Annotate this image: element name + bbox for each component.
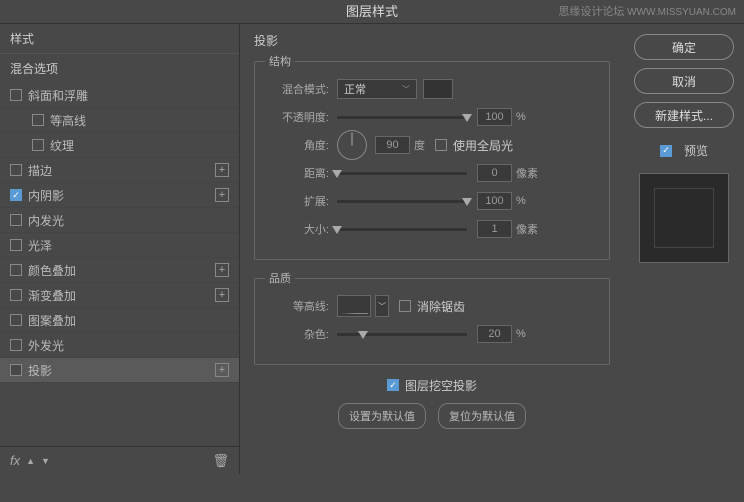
style-item[interactable]: 图案叠加 [0, 308, 239, 333]
global-light-checkbox[interactable] [435, 139, 447, 151]
blend-mode-dropdown[interactable]: 正常 [337, 79, 417, 99]
angle-input[interactable] [375, 136, 410, 154]
style-label: 投影 [28, 362, 215, 379]
noise-input[interactable] [477, 325, 512, 343]
contour-preview[interactable] [337, 295, 371, 317]
size-slider[interactable] [337, 228, 467, 231]
blend-mode-label: 混合模式: [267, 81, 329, 97]
style-checkbox[interactable] [10, 339, 22, 351]
size-input[interactable] [477, 220, 512, 238]
preview-label: 预览 [684, 142, 708, 159]
style-item[interactable]: 纹理 [0, 133, 239, 158]
styles-sidebar: 样式 混合选项 斜面和浮雕等高线纹理描边+✓内阴影+内发光光泽颜色叠加+渐变叠加… [0, 24, 240, 474]
distance-slider[interactable] [337, 172, 467, 175]
blending-options[interactable]: 混合选项 [0, 54, 239, 83]
style-item[interactable]: 等高线 [0, 108, 239, 133]
watermark: 思缘设计论坛 WWW.MISSYUAN.COM [558, 3, 736, 19]
noise-slider[interactable] [337, 333, 467, 336]
global-light-label: 使用全局光 [453, 137, 513, 154]
style-label: 描边 [28, 162, 215, 179]
effect-settings: 投影 结构 混合模式: 正常 不透明度: % 角度: [240, 24, 624, 474]
sidebar-footer: fx ▲ ▼ 🗑 [0, 446, 239, 474]
ok-button[interactable]: 确定 [634, 34, 734, 60]
contour-dropdown-icon[interactable]: ﹀ [375, 295, 389, 317]
spread-input[interactable] [477, 192, 512, 210]
style-label: 外发光 [28, 337, 229, 354]
style-item[interactable]: ✓ 内阴影+ [0, 183, 239, 208]
angle-dial[interactable] [337, 130, 367, 160]
add-icon[interactable]: + [215, 163, 229, 177]
contour-label: 等高线: [267, 298, 329, 314]
structure-group: 结构 混合模式: 正常 不透明度: % 角度: 度 [254, 53, 610, 260]
actions-panel: 确定 取消 新建样式... ✓ 预览 [624, 24, 744, 474]
style-label: 颜色叠加 [28, 262, 215, 279]
style-label: 图案叠加 [28, 312, 229, 329]
spread-label: 扩展: [267, 193, 329, 209]
up-arrow-icon[interactable]: ▲ [26, 456, 35, 466]
add-icon[interactable]: + [215, 188, 229, 202]
antialias-checkbox[interactable] [399, 300, 411, 312]
style-item[interactable]: 斜面和浮雕 [0, 83, 239, 108]
style-checkbox[interactable] [32, 114, 44, 126]
style-checkbox[interactable] [10, 239, 22, 251]
knockout-label: 图层挖空投影 [405, 377, 477, 394]
preview-checkbox[interactable]: ✓ [660, 145, 672, 157]
spread-slider[interactable] [337, 200, 467, 203]
style-checkbox[interactable] [10, 264, 22, 276]
style-item[interactable]: 描边+ [0, 158, 239, 183]
style-checkbox[interactable] [10, 314, 22, 326]
reset-default-button[interactable]: 复位为默认值 [438, 403, 526, 429]
antialias-label: 消除锯齿 [417, 298, 465, 315]
noise-label: 杂色: [267, 326, 329, 342]
down-arrow-icon[interactable]: ▼ [41, 456, 50, 466]
cancel-button[interactable]: 取消 [634, 68, 734, 94]
style-item[interactable]: 颜色叠加+ [0, 258, 239, 283]
size-label: 大小: [267, 221, 329, 237]
fx-icon[interactable]: fx [10, 453, 20, 468]
style-label: 光泽 [28, 237, 229, 254]
add-icon[interactable]: + [215, 288, 229, 302]
style-item[interactable]: 光泽 [0, 233, 239, 258]
add-icon[interactable]: + [215, 263, 229, 277]
opacity-input[interactable] [477, 108, 512, 126]
knockout-checkbox[interactable]: ✓ [387, 379, 399, 391]
opacity-label: 不透明度: [267, 109, 329, 125]
trash-icon[interactable]: 🗑 [212, 453, 229, 469]
effect-title: 投影 [254, 32, 610, 49]
opacity-slider[interactable] [337, 116, 467, 119]
style-item[interactable]: 投影+ [0, 358, 239, 383]
preview-swatch [654, 188, 714, 248]
distance-input[interactable] [477, 164, 512, 182]
style-item[interactable]: 内发光 [0, 208, 239, 233]
quality-group: 品质 等高线: ﹀ 消除锯齿 杂色: % [254, 270, 610, 365]
style-label: 内阴影 [28, 187, 215, 204]
new-style-button[interactable]: 新建样式... [634, 102, 734, 128]
style-label: 等高线 [50, 112, 229, 129]
style-list: 斜面和浮雕等高线纹理描边+✓内阴影+内发光光泽颜色叠加+渐变叠加+图案叠加外发光… [0, 83, 239, 446]
style-label: 斜面和浮雕 [28, 87, 229, 104]
style-checkbox[interactable] [10, 214, 22, 226]
shadow-color-swatch[interactable] [423, 79, 453, 99]
style-checkbox[interactable] [10, 89, 22, 101]
style-checkbox[interactable] [10, 289, 22, 301]
style-label: 纹理 [50, 137, 229, 154]
style-checkbox[interactable] [10, 364, 22, 376]
layer-style-dialog: 图层样式 思缘设计论坛 WWW.MISSYUAN.COM 样式 混合选项 斜面和… [0, 0, 744, 502]
style-checkbox[interactable]: ✓ [10, 189, 22, 201]
distance-label: 距离: [267, 165, 329, 181]
style-checkbox[interactable] [32, 139, 44, 151]
style-checkbox[interactable] [10, 164, 22, 176]
style-label: 渐变叠加 [28, 287, 215, 304]
style-label: 内发光 [28, 212, 229, 229]
sidebar-header: 样式 [0, 24, 239, 54]
preview-box [639, 173, 729, 263]
style-item[interactable]: 渐变叠加+ [0, 283, 239, 308]
set-default-button[interactable]: 设置为默认值 [338, 403, 426, 429]
add-icon[interactable]: + [215, 363, 229, 377]
angle-label: 角度: [267, 137, 329, 153]
style-item[interactable]: 外发光 [0, 333, 239, 358]
